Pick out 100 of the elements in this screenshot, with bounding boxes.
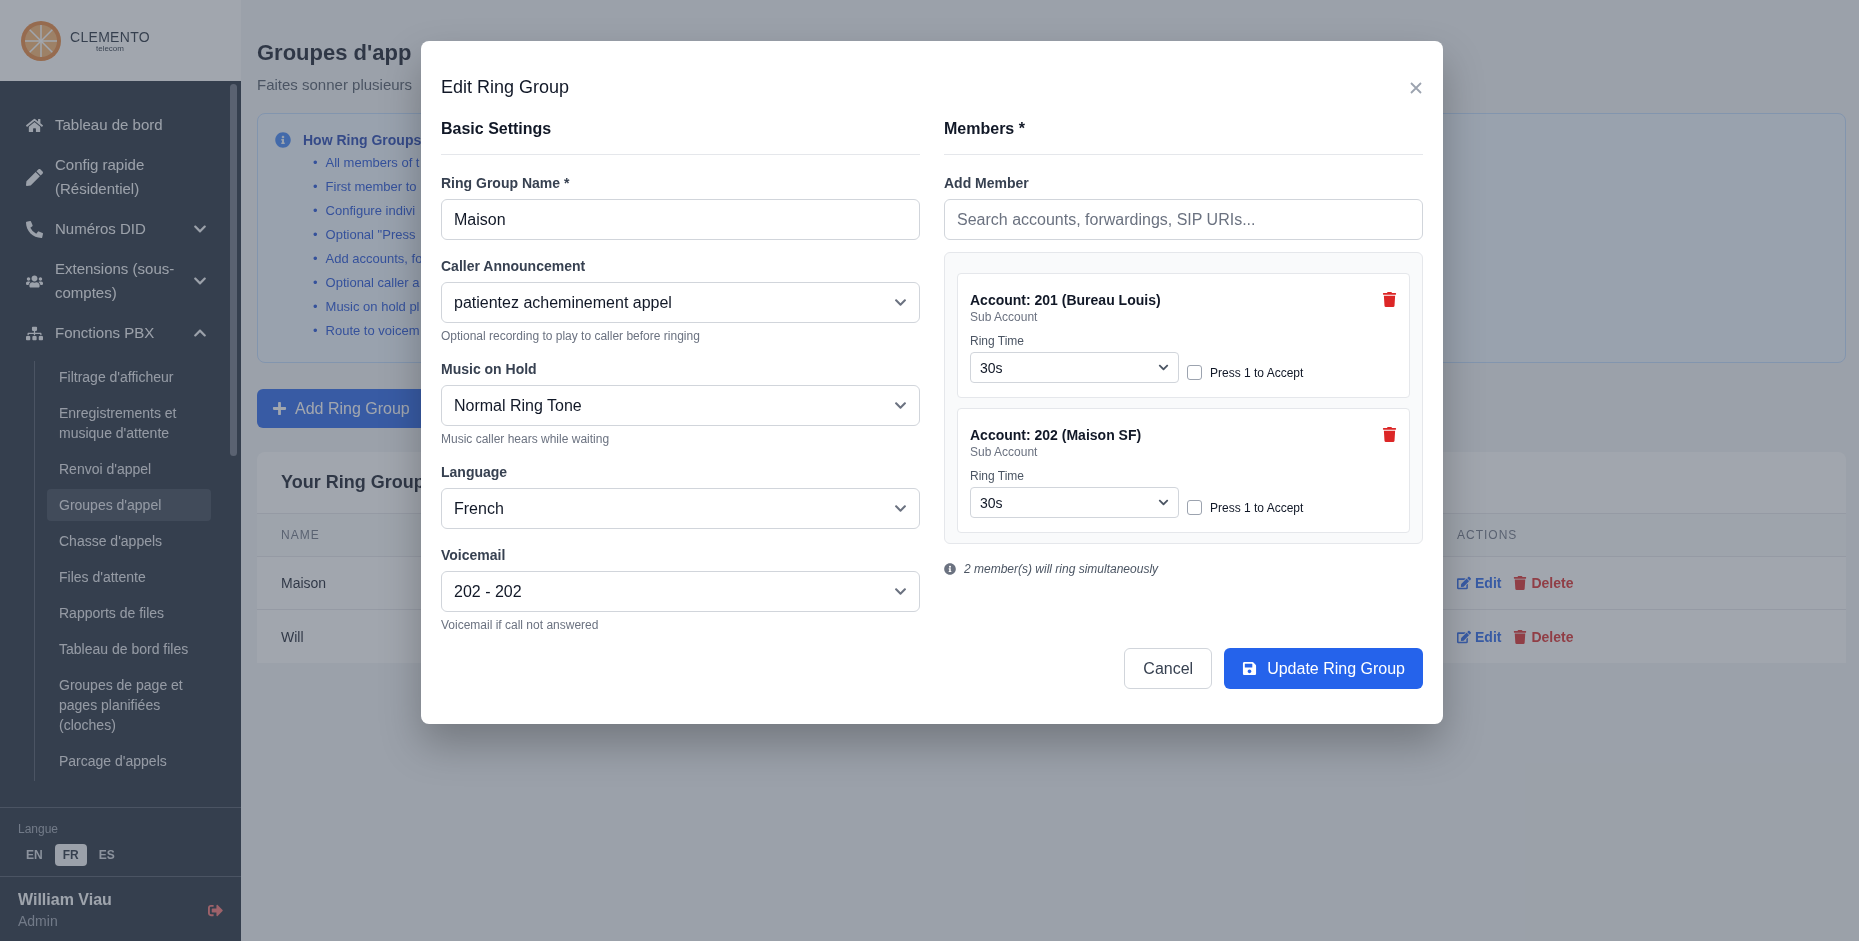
home-icon: [26, 116, 43, 134]
language-button[interactable]: ES: [90, 844, 123, 866]
chevron-down-icon[interactable]: [894, 399, 907, 412]
nav-item[interactable]: Extensions (sous-comptes): [0, 257, 241, 305]
brand-tagline: telecom: [95, 43, 124, 53]
select-field[interactable]: Normal Ring Tone: [441, 385, 920, 426]
info-list-item: First member to: [325, 178, 417, 196]
language-label: Langue: [18, 822, 60, 836]
nav-subitem[interactable]: Groupes d'appel: [47, 489, 211, 521]
dialog-title: Edit Ring Group: [441, 77, 570, 98]
member-type: Sub Account: [970, 310, 1039, 324]
info-list-item: Route to voicem: [325, 322, 420, 340]
nav-item[interactable]: Config rapide (Résidentiel): [0, 153, 241, 201]
page-subtitle: Faites sonner plusieurs: [257, 76, 413, 93]
scrollbar-thumb[interactable]: [230, 84, 237, 456]
bullet: •: [313, 298, 318, 316]
info-list-item: Optional caller a: [325, 274, 420, 292]
field-label: Add Member: [944, 175, 1030, 191]
info-list-item: All members of t: [325, 154, 420, 172]
nav-subitem[interactable]: Tableau de bord files: [47, 633, 211, 665]
bullet: •: [313, 202, 318, 220]
plus-icon: [272, 401, 287, 416]
text-input[interactable]: Maison: [441, 199, 920, 240]
info-title: How Ring Groups: [303, 132, 423, 148]
nav-subitem[interactable]: Parcage d'appels: [47, 745, 211, 777]
nav-subitem[interactable]: Filtrage d'afficheur: [47, 361, 211, 393]
member-name: Account: 202 (Maison SF): [970, 427, 1142, 443]
user-role: Admin: [18, 913, 59, 929]
bullet: •: [313, 178, 318, 196]
delete-link[interactable]: Delete: [1513, 575, 1574, 591]
delete-link[interactable]: Delete: [1513, 628, 1574, 645]
chevron-down-icon[interactable]: [894, 296, 907, 309]
checkbox[interactable]: [1187, 365, 1202, 380]
edit-link[interactable]: Edit: [1457, 628, 1502, 645]
member-name: Account: 201 (Bureau Louis): [970, 292, 1161, 308]
edit-icon: [1457, 576, 1471, 590]
select-field[interactable]: French: [441, 488, 920, 529]
help-text: Music caller hears while waiting: [441, 432, 611, 446]
help-text: Voicemail if call not answered: [441, 618, 600, 632]
column-header: NAME: [281, 528, 320, 542]
field-label: Caller Announcement: [441, 258, 587, 274]
nav-subitem[interactable]: Renvoi d'appel: [47, 453, 211, 485]
select-field[interactable]: patientez acheminement appel: [441, 282, 920, 323]
field-label: Ring Time: [970, 334, 1026, 348]
table-cell: Will: [281, 628, 304, 645]
info-icon: [275, 132, 291, 148]
section-heading: Basic Settings: [441, 120, 920, 155]
sitemap-icon: [26, 324, 43, 342]
checkbox-label[interactable]: Press 1 to Accept: [1210, 500, 1304, 515]
info-list-item: Configure indivi: [325, 202, 416, 220]
help-text: Optional recording to play to caller before ringing: [441, 329, 701, 343]
bullet: •: [313, 250, 318, 268]
select-field[interactable]: 202 - 202: [441, 571, 920, 612]
language-button[interactable]: FR: [54, 844, 87, 866]
citrus-slice-logo: [20, 19, 62, 62]
cancel-button[interactable]: Cancel: [1124, 648, 1213, 689]
chevron-down-icon[interactable]: [1158, 497, 1169, 508]
edit-link[interactable]: Edit: [1457, 575, 1502, 591]
nav-subitem[interactable]: Enregistrements et musique d'attente: [47, 397, 211, 449]
select-field[interactable]: 30s: [970, 352, 1179, 383]
members-note: 2 member(s) will ring simultaneously: [964, 562, 1159, 576]
chevron-down-icon[interactable]: [894, 502, 907, 515]
bullet: •: [313, 274, 318, 292]
nav-subitem[interactable]: Chasse d'appels: [47, 525, 211, 557]
column-header: ACTIONS: [1457, 528, 1518, 542]
select-field[interactable]: 30s: [970, 487, 1179, 518]
field-label: Ring Time: [970, 469, 1026, 483]
brand-name: CLEMENTO: [70, 28, 150, 45]
section-heading: Members *: [944, 120, 1423, 155]
language-button[interactable]: EN: [18, 844, 51, 866]
update-button[interactable]: Update Ring Group: [1224, 648, 1423, 689]
field-label: Language: [441, 464, 509, 480]
pencil-icon: [26, 168, 43, 186]
save-icon: [1242, 661, 1258, 676]
close-icon[interactable]: [1409, 80, 1423, 95]
chevron-down-icon[interactable]: [1158, 362, 1169, 373]
field-label: Ring Group Name *: [441, 175, 571, 191]
bullet: •: [313, 226, 318, 244]
info-icon: [944, 563, 956, 575]
table-cell: Maison: [281, 575, 327, 591]
nav-subitem[interactable]: Groupes de page et pages planifiées (cloches): [47, 669, 211, 741]
phone-icon: [26, 220, 43, 238]
trash-icon: [1513, 629, 1528, 644]
user-name: William Viau: [18, 891, 113, 909]
checkbox-label[interactable]: Press 1 to Accept: [1210, 365, 1304, 380]
field-label: Voicemail: [441, 547, 507, 563]
nav-subitem[interactable]: Rapports de files: [47, 597, 211, 629]
edit-icon: [1457, 629, 1471, 644]
bullet: •: [313, 322, 318, 340]
nav-subitem[interactable]: Files d'attente: [47, 561, 211, 593]
chevron-down-icon[interactable]: [894, 585, 907, 598]
search-input[interactable]: Search accounts, forwardings, SIP URIs...: [944, 199, 1423, 240]
info-list-item: Music on hold pl: [325, 298, 420, 316]
field-label: Music on Hold: [441, 361, 538, 377]
trash-icon[interactable]: [1382, 427, 1397, 442]
trash-icon[interactable]: [1382, 292, 1397, 307]
bullet: •: [313, 154, 318, 172]
trash-icon: [1513, 576, 1528, 590]
page-title: Groupes d'app: [257, 39, 412, 67]
checkbox[interactable]: [1187, 500, 1202, 515]
